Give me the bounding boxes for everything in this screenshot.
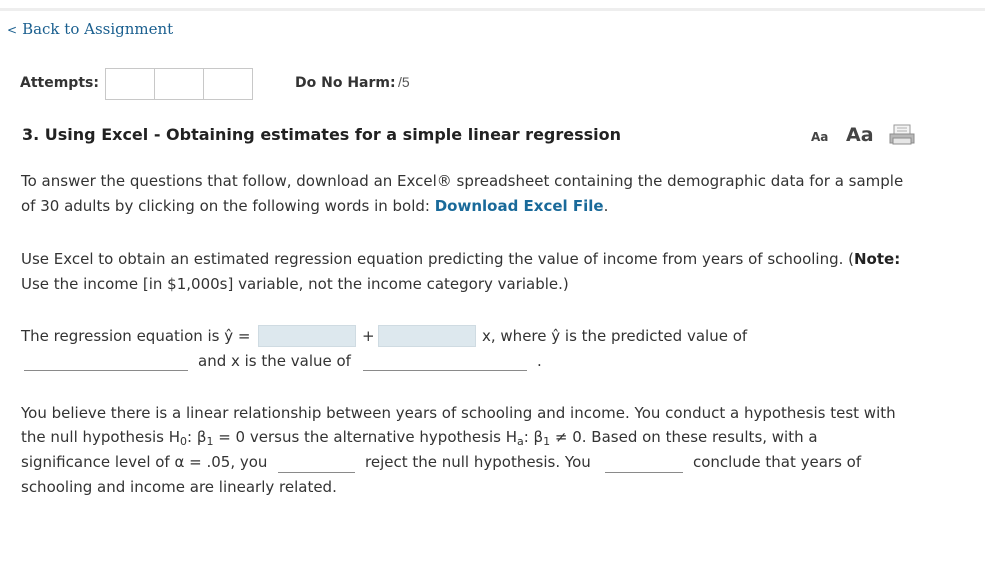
font-size-large-button[interactable]: Aa	[846, 124, 874, 146]
conclude-decision-dropdown[interactable]	[605, 472, 683, 473]
attempt-box-1	[105, 68, 155, 100]
regression-mid-text: x, where ŷ is the predicted value of	[482, 327, 748, 345]
regression-period: .	[537, 352, 542, 370]
chevron-left-icon: <	[7, 23, 18, 37]
predicted-variable-dropdown[interactable]	[24, 370, 188, 371]
h-text-b: : β	[187, 428, 207, 446]
instructions-period: .	[603, 197, 609, 215]
hypothesis-line-2: the null hypothesis H0: β1 = 0 versus th…	[21, 428, 818, 448]
intercept-input[interactable]	[258, 325, 356, 347]
note-label: Note:	[854, 250, 901, 268]
instructions-paragraph: To answer the questions that follow, dow…	[21, 169, 911, 219]
reject-decision-dropdown[interactable]	[278, 472, 355, 473]
download-excel-file-link[interactable]: Download Excel File	[435, 197, 604, 215]
do-no-harm-score: /5	[398, 74, 410, 90]
question-title: 3. Using Excel - Obtaining estimates for…	[22, 125, 622, 144]
task-text: Use Excel to obtain an estimated regress…	[21, 250, 854, 268]
hypothesis-line-1: You believe there is a linear relationsh…	[21, 404, 896, 422]
attempt-box-2	[154, 68, 204, 100]
back-to-assignment-link[interactable]: < Back to Assignment	[7, 20, 173, 38]
slope-input[interactable]	[378, 325, 476, 347]
attempts-label: Attempts:	[20, 75, 99, 91]
h-text-e: ≠ 0. Based on these results, with a	[550, 428, 818, 446]
attempts-boxes	[105, 68, 253, 100]
hypothesis-line-3b: reject the null hypothesis. You	[365, 453, 591, 471]
top-divider	[0, 8, 985, 11]
h-sub-0: 0	[180, 435, 188, 448]
h-text-d: : β	[523, 428, 544, 446]
h-text-c: = 0 versus the alternative hypothesis H	[213, 428, 517, 446]
printer-icon[interactable]	[888, 124, 916, 146]
regression-prefix: The regression equation is ŷ =	[21, 327, 251, 345]
h-text-a: the null hypothesis H	[21, 428, 181, 446]
hypothesis-line-3c: conclude that years of	[693, 453, 862, 471]
attempt-box-3	[203, 68, 253, 100]
back-link-label: Back to Assignment	[22, 20, 174, 38]
predictor-variable-dropdown[interactable]	[363, 370, 527, 371]
task-paragraph: Use Excel to obtain an estimated regress…	[21, 247, 911, 297]
font-size-small-button[interactable]: Aa	[811, 130, 828, 144]
regression-line2-text: and x is the value of	[198, 352, 351, 370]
task-note-text: Use the income [in $1,000s] variable, no…	[21, 275, 569, 293]
h-sub-a: a	[516, 435, 524, 448]
hypothesis-line-4: schooling and income are linearly relate…	[21, 478, 337, 496]
do-no-harm-label: Do No Harm:	[295, 75, 396, 91]
plus-sign: +	[362, 327, 375, 345]
hypothesis-line-3a: significance level of α = .05, you	[21, 453, 268, 471]
